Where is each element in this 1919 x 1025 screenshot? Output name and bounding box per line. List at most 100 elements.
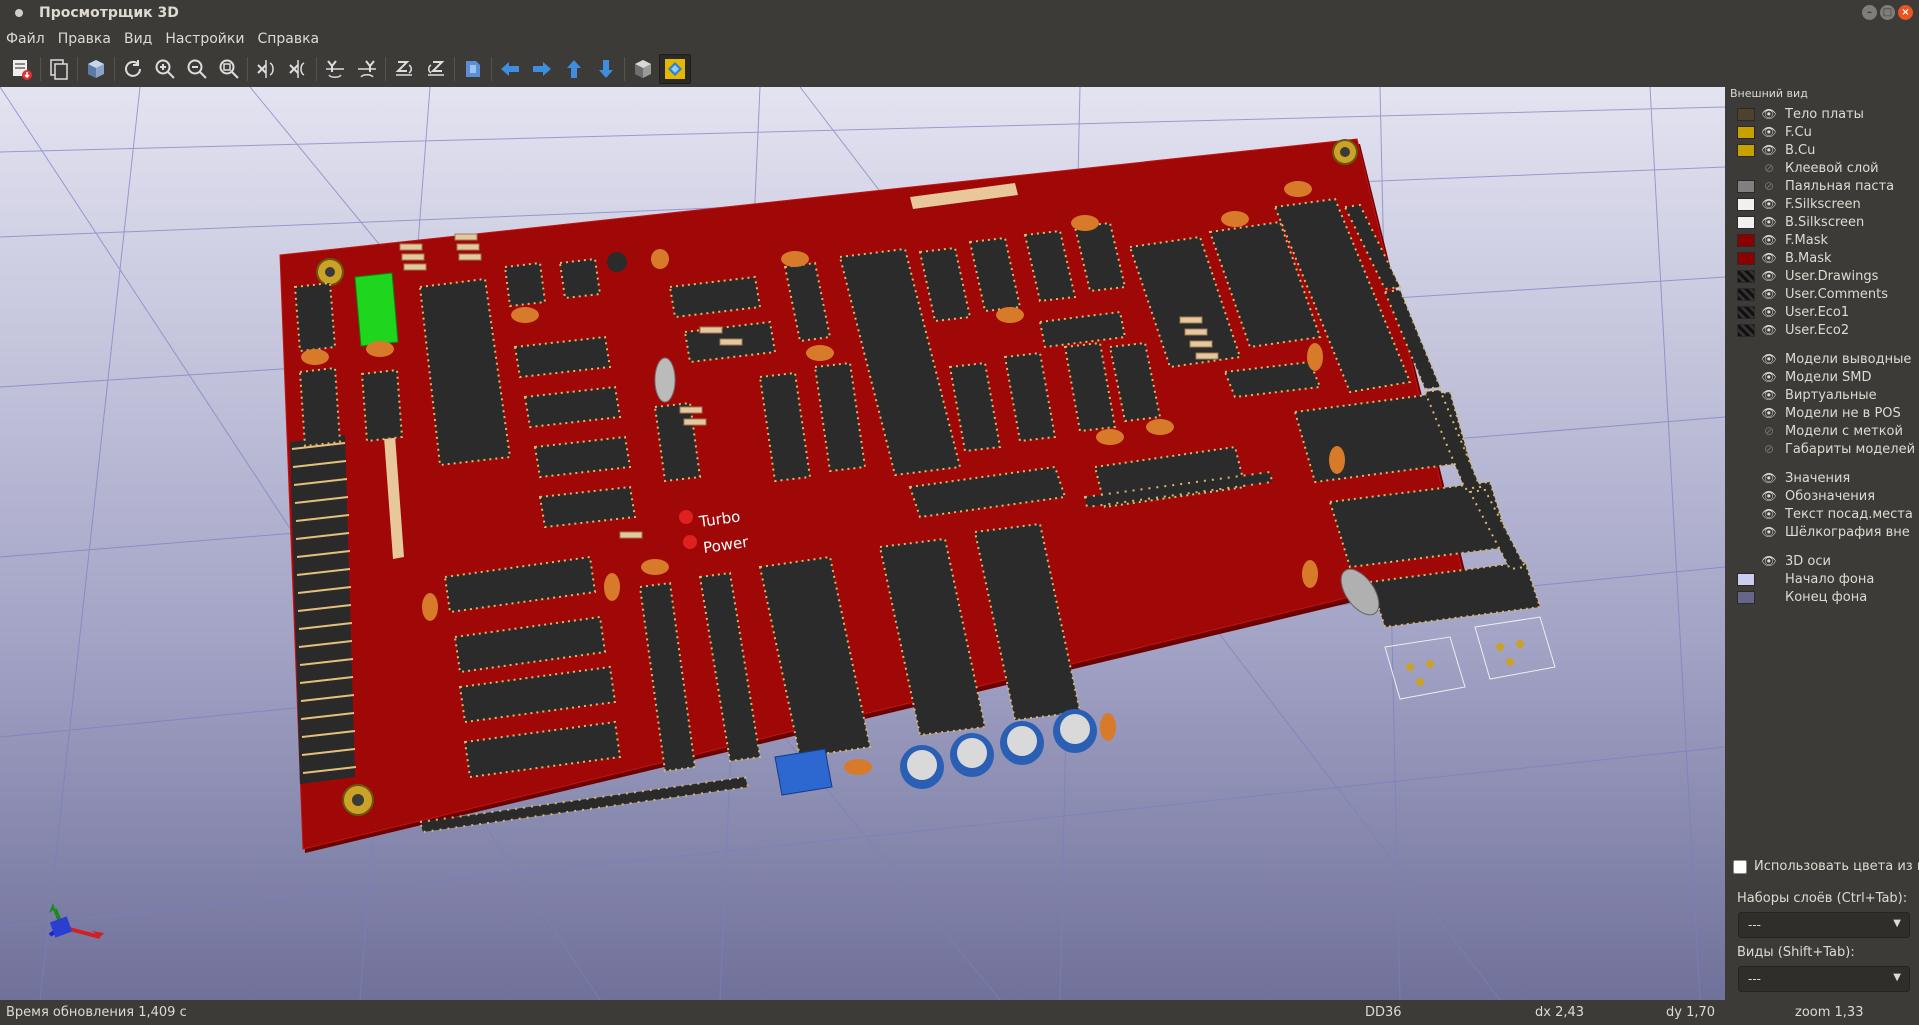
eye-icon[interactable]: 👁 <box>1761 107 1777 121</box>
layer-row[interactable]: ⊘ Паяльная паста <box>1727 177 1919 195</box>
layer-color-swatch[interactable] <box>1737 215 1755 229</box>
eye-icon[interactable]: 👁 <box>1761 125 1777 139</box>
rotate-x-ccw-button[interactable] <box>282 54 314 84</box>
layer-presets-select[interactable]: --- ▼ <box>1738 912 1910 938</box>
eye-icon[interactable]: 👁 <box>1761 251 1777 265</box>
layer-row[interactable]: 👁 F.Silkscreen <box>1727 195 1919 213</box>
eye-icon[interactable]: 👁 <box>1761 143 1777 157</box>
views-select[interactable]: --- ▼ <box>1738 966 1910 992</box>
layer-row[interactable]: 👁 User.Eco1 <box>1727 303 1919 321</box>
eye-icon[interactable]: 👁 <box>1761 352 1777 366</box>
layer-row[interactable]: ⊘ Габариты моделей <box>1727 440 1919 458</box>
zoom-readout: zoom 1,33 <box>1795 1005 1864 1020</box>
pan-right-button[interactable] <box>526 54 558 84</box>
layer-color-swatch[interactable] <box>1737 143 1755 157</box>
layer-color-swatch[interactable] <box>1737 197 1755 211</box>
eye-icon[interactable]: 👁 <box>1761 323 1777 337</box>
board-view-button[interactable] <box>80 54 112 84</box>
layer-row[interactable]: 👁 B.Silkscreen <box>1727 213 1919 231</box>
menu-view[interactable]: Вид <box>124 29 152 49</box>
layer-row[interactable]: 👁 B.Mask <box>1727 249 1919 267</box>
layer-color-swatch[interactable] <box>1737 179 1755 193</box>
rotate-z-ccw-button[interactable] <box>420 54 452 84</box>
layer-row[interactable]: 👁 Модели SMD <box>1727 368 1919 386</box>
layer-row[interactable]: 👁 3D оси <box>1727 552 1919 570</box>
eye-icon[interactable]: 👁 <box>1761 370 1777 384</box>
zoom-fit-button[interactable] <box>213 54 245 84</box>
layer-row[interactable]: 👁 User.Eco2 <box>1727 321 1919 339</box>
layer-row[interactable]: 👁 Текст посад.места <box>1727 505 1919 523</box>
layer-row[interactable]: 👁 Виртуальные <box>1727 386 1919 404</box>
layer-color-swatch[interactable] <box>1737 323 1755 337</box>
eye-icon[interactable]: 👁 <box>1761 388 1777 402</box>
layer-row[interactable]: Начало фона <box>1727 570 1919 588</box>
pan-left-button[interactable] <box>494 54 526 84</box>
menu-edit[interactable]: Правка <box>58 29 111 49</box>
layer-row[interactable]: 👁 User.Comments <box>1727 285 1919 303</box>
layer-row[interactable]: ⊘ Модели с меткой <box>1727 422 1919 440</box>
reload-button[interactable] <box>117 54 149 84</box>
layer-row[interactable]: Конец фона <box>1727 588 1919 606</box>
layer-row[interactable]: 👁 F.Cu <box>1727 123 1919 141</box>
raytrace-button[interactable] <box>659 54 691 84</box>
3d-viewport[interactable]: Turbo Power <box>0 87 1725 1000</box>
layer-row[interactable]: 👁 Модели выводные <box>1727 350 1919 368</box>
layer-row[interactable]: 👁 Тело платы <box>1727 105 1919 123</box>
pan-up-button[interactable] <box>558 54 590 84</box>
layer-color-swatch[interactable] <box>1737 269 1755 283</box>
layer-row[interactable]: 👁 User.Drawings <box>1727 267 1919 285</box>
eye-hidden-icon[interactable]: ⊘ <box>1761 424 1777 438</box>
menu-file[interactable]: Файл <box>6 29 45 49</box>
eye-icon[interactable]: 👁 <box>1761 489 1777 503</box>
eye-icon[interactable]: 👁 <box>1761 197 1777 211</box>
eye-icon[interactable]: 👁 <box>1761 305 1777 319</box>
use-board-colors[interactable]: Использовать цвета из н <box>1733 859 1919 874</box>
layer-color-swatch <box>1737 425 1755 438</box>
eye-icon[interactable]: 👁 <box>1761 287 1777 301</box>
layer-color-swatch[interactable] <box>1737 305 1755 319</box>
eye-icon[interactable]: 👁 <box>1761 471 1777 485</box>
export-button[interactable] <box>6 54 38 84</box>
layer-row[interactable]: 👁 Обозначения <box>1727 487 1919 505</box>
eye-hidden-icon[interactable]: ⊘ <box>1761 161 1777 175</box>
close-button[interactable]: × <box>1898 5 1913 20</box>
rotate-x-button[interactable] <box>250 54 282 84</box>
layer-color-swatch <box>1737 526 1755 539</box>
eye-icon[interactable]: 👁 <box>1761 269 1777 283</box>
flip-board-button[interactable] <box>457 54 489 84</box>
ortho-button[interactable] <box>627 54 659 84</box>
layer-row[interactable]: 👁 Шёлкография вне <box>1727 523 1919 541</box>
menu-help[interactable]: Справка <box>257 29 319 49</box>
minimize-button[interactable]: – <box>1862 5 1877 20</box>
copy-button[interactable] <box>43 54 75 84</box>
layer-color-swatch[interactable] <box>1737 107 1755 121</box>
rotate-y-ccw-button[interactable] <box>351 54 383 84</box>
layer-row[interactable]: 👁 F.Mask <box>1727 231 1919 249</box>
eye-icon[interactable]: 👁 <box>1761 233 1777 247</box>
zoom-out-button[interactable] <box>181 54 213 84</box>
menu-preferences[interactable]: Настройки <box>165 29 244 49</box>
layer-color-swatch[interactable] <box>1737 125 1755 139</box>
layer-row[interactable]: 👁 Значения <box>1727 469 1919 487</box>
pan-down-button[interactable] <box>590 54 622 84</box>
eye-hidden-icon[interactable]: ⊘ <box>1761 442 1777 456</box>
use-colors-checkbox[interactable] <box>1733 859 1747 874</box>
rotate-y-button[interactable] <box>319 54 351 84</box>
zoom-in-button[interactable] <box>149 54 181 84</box>
layer-color-swatch[interactable] <box>1737 233 1755 247</box>
eye-icon[interactable]: 👁 <box>1761 215 1777 229</box>
eye-hidden-icon[interactable]: ⊘ <box>1761 179 1777 193</box>
eye-icon[interactable]: 👁 <box>1761 525 1777 539</box>
layer-color-swatch[interactable] <box>1737 572 1755 586</box>
layer-row[interactable]: 👁 Модели не в POS <box>1727 404 1919 422</box>
maximize-button[interactable]: □ <box>1880 5 1895 20</box>
layer-row[interactable]: 👁 B.Cu <box>1727 141 1919 159</box>
rotate-z-button[interactable] <box>388 54 420 84</box>
layer-row[interactable]: ⊘ Клеевой слой <box>1727 159 1919 177</box>
layer-color-swatch[interactable] <box>1737 251 1755 265</box>
eye-icon[interactable]: 👁 <box>1761 554 1777 568</box>
layer-color-swatch[interactable] <box>1737 590 1755 604</box>
eye-icon[interactable]: 👁 <box>1761 406 1777 420</box>
eye-icon[interactable]: 👁 <box>1761 507 1777 521</box>
layer-color-swatch[interactable] <box>1737 287 1755 301</box>
